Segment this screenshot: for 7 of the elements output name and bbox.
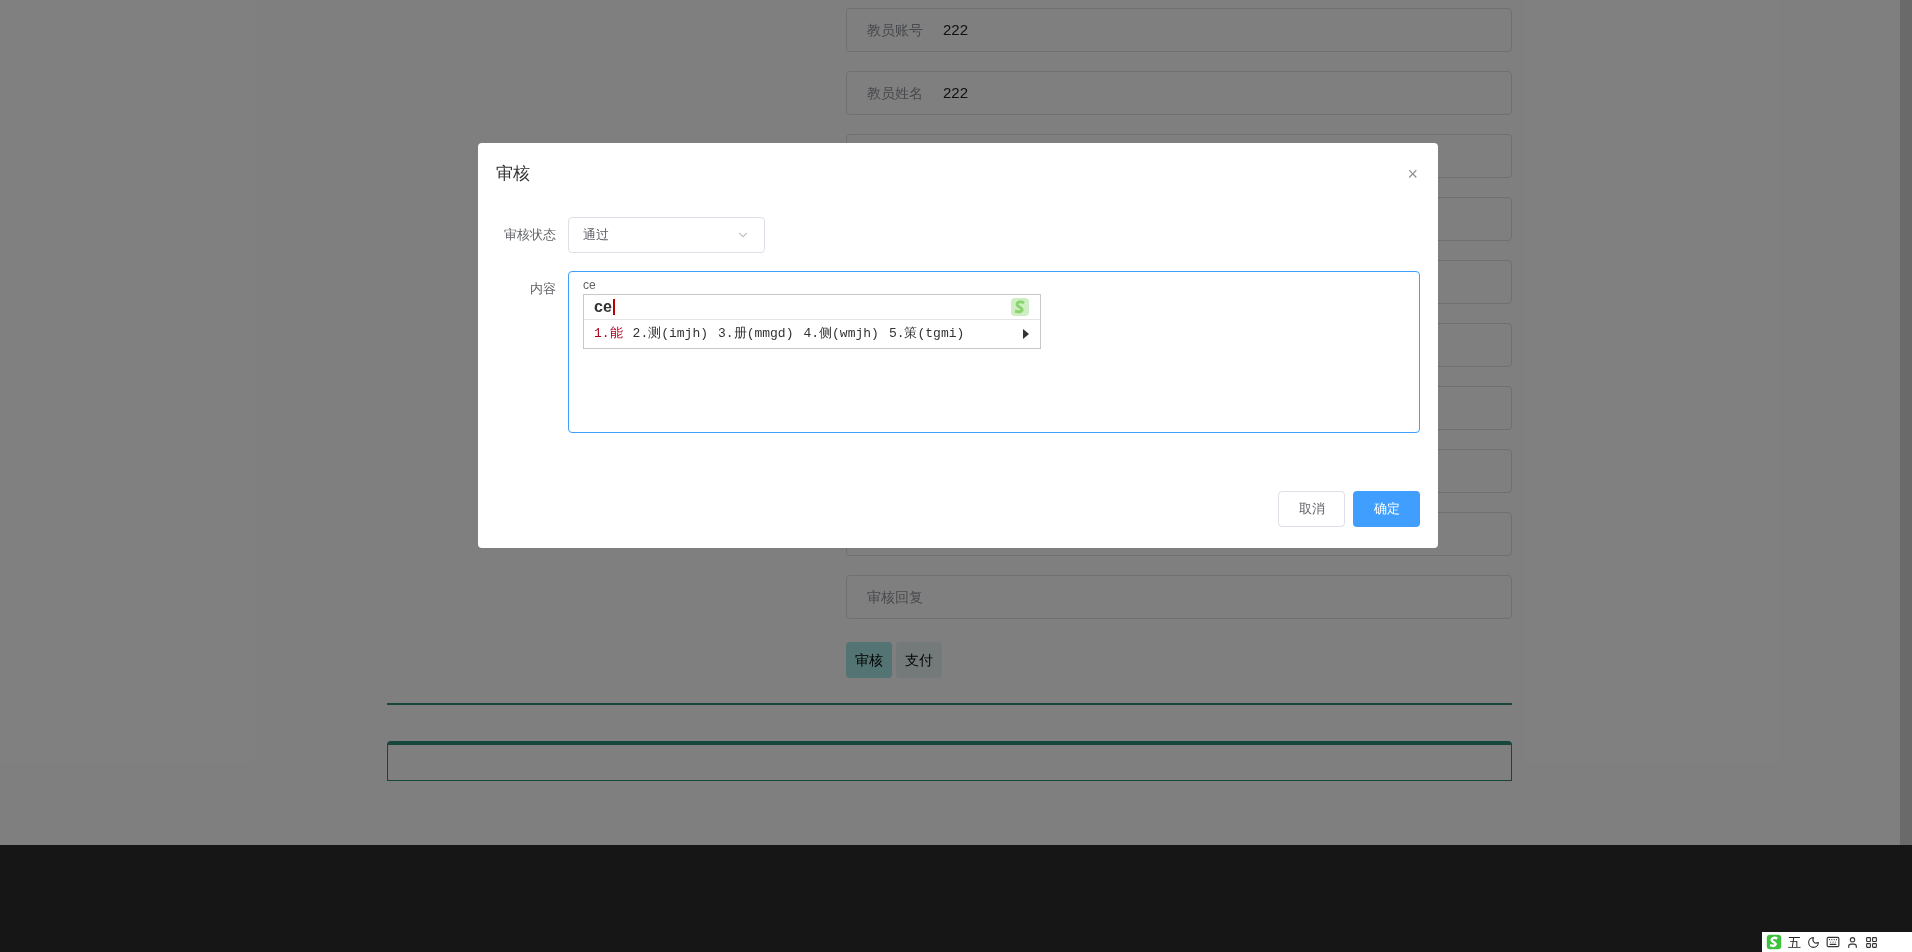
content-label: 内容: [529, 279, 556, 298]
status-label: 审核状态: [503, 225, 556, 244]
typed-text: ce: [583, 277, 597, 292]
ime-composition: ce: [594, 298, 615, 315]
field-value: 222: [943, 82, 969, 103]
field-value: 222: [943, 19, 969, 40]
dialog-title: 审核: [496, 163, 530, 185]
